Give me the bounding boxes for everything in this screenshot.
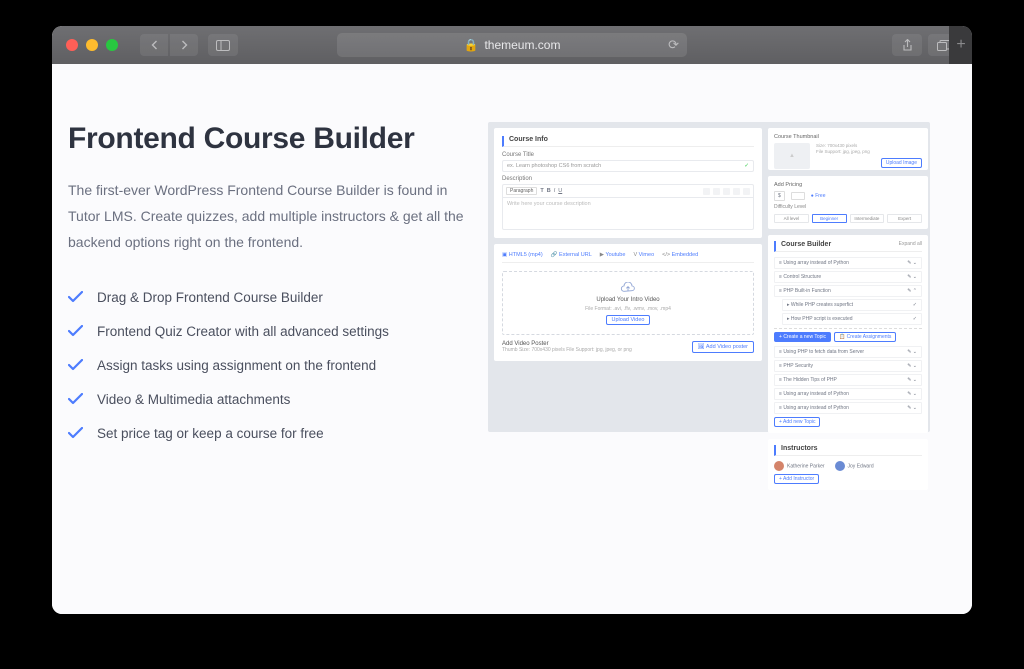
mock-instructors-card: Instructors Katherine Parker Joy Edward … xyxy=(768,439,928,490)
feature-item: Video & Multimedia attachments xyxy=(68,392,464,408)
feature-list: Drag & Drop Frontend Course Builder Fron… xyxy=(68,290,464,442)
mock-builder-card: Course BuilderExpand all ≡ Using array i… xyxy=(768,235,928,433)
close-window-button[interactable] xyxy=(66,39,78,51)
browser-titlebar: 🔒 themeum.com ⟳ + xyxy=(52,26,972,64)
check-icon xyxy=(68,427,83,442)
check-icon xyxy=(68,359,83,374)
mock-thumbnail-card: Course Thumbnail ▲ Size: 700x430 pixelsF… xyxy=(768,128,928,170)
url-text: themeum.com xyxy=(484,38,560,52)
minimize-window-button[interactable] xyxy=(86,39,98,51)
sidebar-toggle-button[interactable] xyxy=(208,34,238,56)
check-icon xyxy=(68,393,83,408)
feature-item: Frontend Quiz Creator with all advanced … xyxy=(68,324,464,340)
fullscreen-window-button[interactable] xyxy=(106,39,118,51)
mock-pricing-card: Add Pricing $ ● Free Difficulty Level Al… xyxy=(768,176,928,229)
new-tab-button[interactable]: + xyxy=(949,26,972,64)
nav-button-group xyxy=(140,34,198,56)
reload-icon[interactable]: ⟳ xyxy=(668,37,679,53)
page-description: The first-ever WordPress Frontend Course… xyxy=(68,178,464,256)
ui-preview-image: Course Info Course Title ex. Learn photo… xyxy=(488,122,930,432)
browser-window: 🔒 themeum.com ⟳ + Frontend Course Builde… xyxy=(52,26,972,614)
feature-item: Set price tag or keep a course for free xyxy=(68,426,464,442)
back-button[interactable] xyxy=(140,34,168,56)
lock-icon: 🔒 xyxy=(464,38,479,52)
page-content: Frontend Course Builder The first-ever W… xyxy=(52,64,972,614)
window-controls xyxy=(66,39,118,51)
forward-button[interactable] xyxy=(170,34,198,56)
mock-video-card: ▣ HTML5 (mp4) 🔗 External URL ▶ Youtube V… xyxy=(494,244,762,361)
share-button[interactable] xyxy=(892,34,922,56)
check-icon xyxy=(68,291,83,306)
address-bar[interactable]: 🔒 themeum.com ⟳ xyxy=(337,33,687,57)
feature-item: Assign tasks using assignment on the fro… xyxy=(68,358,464,374)
check-icon xyxy=(68,325,83,340)
page-heading: Frontend Course Builder xyxy=(68,122,464,156)
text-column: Frontend Course Builder The first-ever W… xyxy=(68,122,488,614)
feature-item: Drag & Drop Frontend Course Builder xyxy=(68,290,464,306)
mock-course-info-card: Course Info Course Title ex. Learn photo… xyxy=(494,128,762,238)
